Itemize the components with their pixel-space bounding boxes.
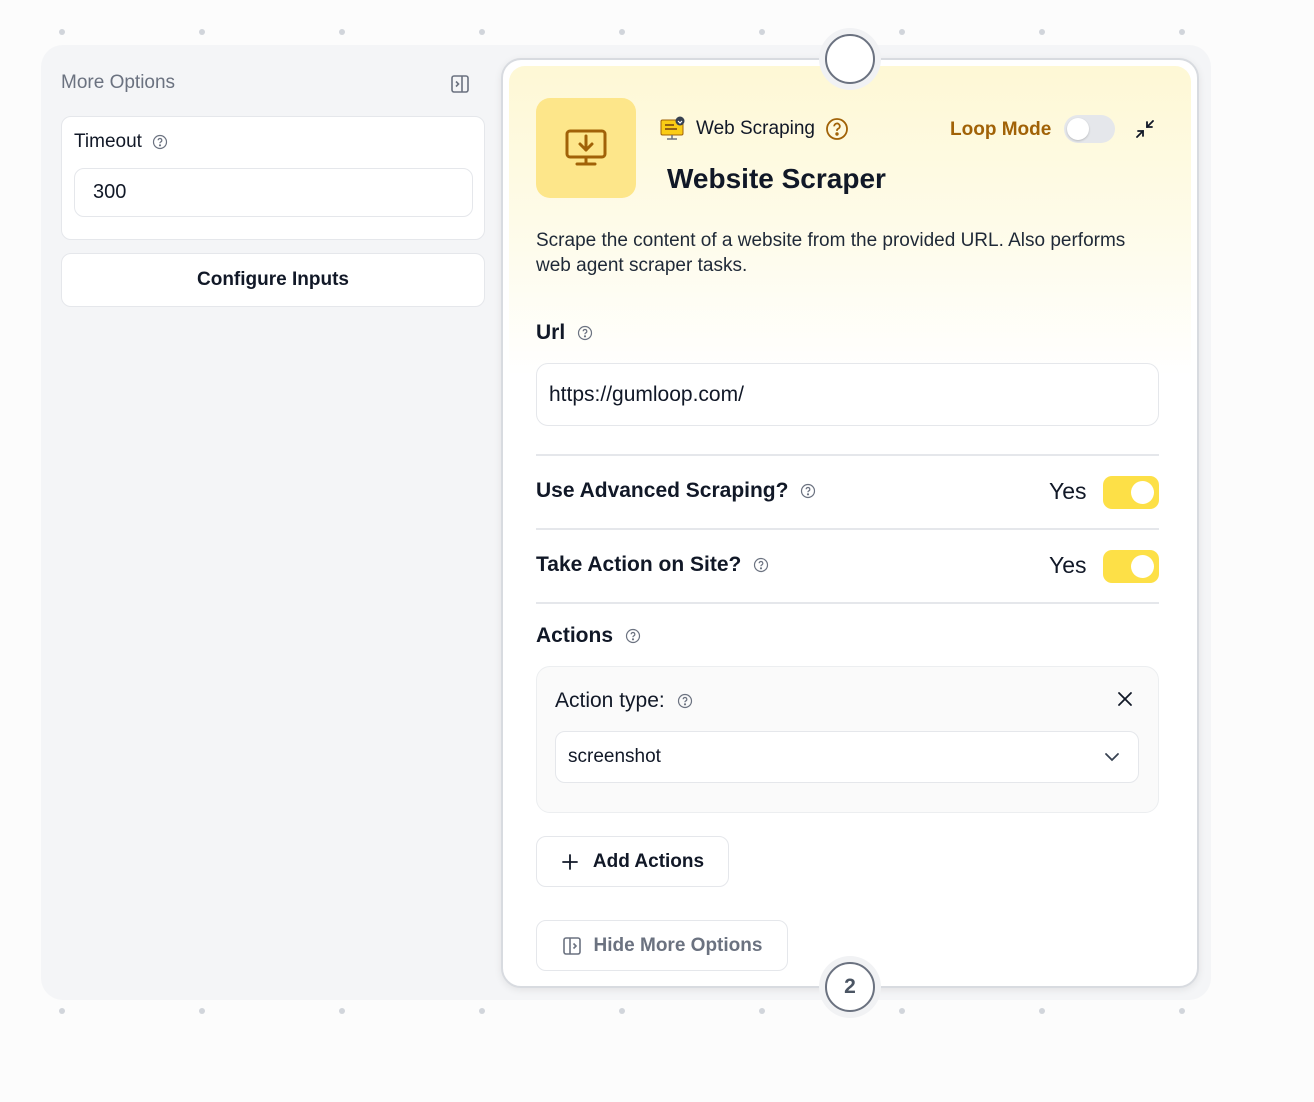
grid-dot [899,29,905,35]
grid-dot [479,29,485,35]
toggle-knob [1131,481,1154,504]
advanced-scraping-label: Use Advanced Scraping? [536,479,816,503]
toggle-knob [1131,555,1154,578]
more-options-title: More Options [61,72,176,93]
node-category: Web Scraping [660,116,849,142]
take-action-label-text: Take Action on Site? [536,553,742,576]
help-icon[interactable] [152,134,168,150]
take-action-toggle[interactable] [1103,550,1159,583]
add-actions-button[interactable]: Add Actions [536,836,729,887]
timeout-input[interactable]: 300 [74,168,473,217]
node-title: Website Scraper [667,163,886,194]
action-type-label: Action type: [555,689,693,713]
help-icon[interactable] [677,693,693,709]
grid-dot [59,1008,65,1014]
input-handle[interactable] [825,34,875,84]
help-icon[interactable] [753,557,769,573]
take-action-value: Yes [1049,552,1087,578]
category-label: Web Scraping [696,118,815,139]
divider [536,602,1159,604]
loop-mode-label: Loop Mode [950,119,1052,140]
web-scraping-icon [660,116,685,140]
hide-more-options-label: Hide More Options [593,934,763,956]
toggle-knob [1067,118,1089,140]
grid-dot [759,29,765,35]
hide-more-options-button[interactable]: Hide More Options [536,920,788,971]
advanced-scraping-label-text: Use Advanced Scraping? [536,479,789,502]
actions-label: Actions [536,624,641,648]
action-type-label-text: Action type: [555,689,665,712]
divider [536,454,1159,456]
grid-dot [899,1008,905,1014]
take-action-label: Take Action on Site? [536,553,769,577]
collapse-panel-icon[interactable] [448,72,472,96]
divider [536,528,1159,530]
grid-dot [199,29,205,35]
grid-dot [1179,1008,1185,1014]
add-actions-label: Add Actions [592,850,705,872]
panel-left-icon [562,936,581,955]
grid-dot [59,29,65,35]
grid-dot [619,1008,625,1014]
monitor-download-icon [565,129,607,166]
action-type-select[interactable]: screenshot [555,731,1139,783]
node-description: Scrape the content of a website from the… [536,230,1126,276]
action-type-value: screenshot [568,746,661,767]
timeout-label-text: Timeout [74,131,142,152]
remove-action-close-icon[interactable] [1114,688,1136,710]
help-icon[interactable] [577,325,593,341]
advanced-scraping-value: Yes [1049,478,1087,504]
url-label-text: Url [536,321,566,344]
grid-dot [1179,29,1185,35]
minimize-icon[interactable] [1133,117,1157,141]
grid-dot [339,1008,345,1014]
url-label: Url [536,321,593,345]
grid-dot [759,1008,765,1014]
grid-dot [1039,29,1045,35]
help-icon[interactable] [800,483,816,499]
advanced-scraping-toggle[interactable] [1103,476,1159,509]
grid-dot [1039,1008,1045,1014]
timeout-label: Timeout [74,131,168,153]
timeout-card: Timeout 300 [61,116,485,240]
loop-mode-toggle[interactable] [1064,115,1115,143]
help-icon[interactable] [625,628,641,644]
plus-icon [562,853,578,870]
grid-dot [199,1008,205,1014]
actions-label-text: Actions [536,624,614,647]
grid-dot [619,29,625,35]
url-input[interactable]: https://gumloop.com/ [536,363,1159,426]
grid-dot [339,29,345,35]
category-help-icon[interactable] [825,117,849,141]
grid-dot [479,1008,485,1014]
chevron-down-icon [1105,753,1119,762]
configure-inputs-button[interactable]: Configure Inputs [61,253,485,307]
node-icon-box [536,98,636,198]
output-handle[interactable]: 2 [825,962,875,1012]
